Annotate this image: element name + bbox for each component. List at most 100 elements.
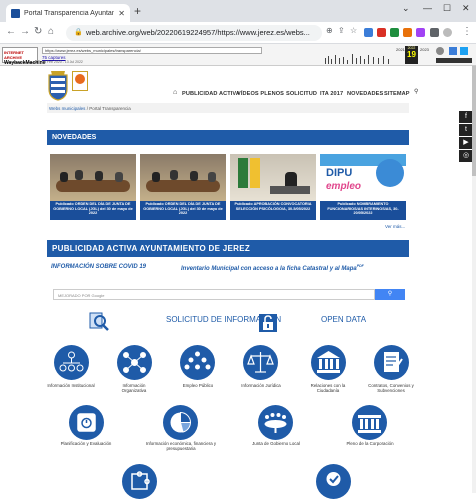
category-label[interactable]: Información Organizativa — [110, 383, 158, 393]
reload-icon[interactable]: ↻ — [34, 26, 42, 37]
jerez-coat-of-arms-logo[interactable] — [47, 71, 69, 101]
category-label[interactable]: Pleno de la Corporación — [337, 441, 403, 446]
planning-evaluation-icon[interactable] — [69, 405, 104, 440]
pdf-badge: PDF — [356, 264, 364, 268]
wayback-prev-year[interactable]: 2021 — [396, 47, 405, 52]
minimize-icon[interactable]: — — [423, 3, 432, 13]
search-button[interactable]: ⚲ — [375, 289, 405, 300]
category-label[interactable]: Información económica, financiera y pres… — [143, 441, 219, 451]
page-scrollbar[interactable] — [472, 66, 476, 493]
category-label[interactable]: Junta de Gobierno Local — [243, 441, 309, 446]
lock-icon: 🔒 — [74, 29, 83, 36]
magnifier-icon[interactable] — [89, 311, 109, 331]
category-label[interactable]: Planificación y Evaluación — [53, 441, 119, 446]
home-nav-icon[interactable]: ⌂ — [173, 89, 177, 96]
news-card[interactable]: Publicado APROBACIÓN CONVOCATORIA SELECC… — [230, 154, 316, 220]
breadcrumb: Webs municipales / Portal Transparencia — [47, 103, 409, 113]
twitter-icon[interactable]: t — [459, 124, 473, 136]
padlock-icon[interactable] — [259, 314, 277, 332]
extension-icon[interactable] — [403, 28, 412, 37]
browser-tab-bar: Portal Transparencia Ayuntamien ✕ + ⌄ — … — [0, 0, 476, 22]
news-card[interactable]: Publicado ORDEN DEL DÍA DE JUNTA DE GOBI… — [50, 154, 136, 220]
legal-info-scales-icon[interactable] — [243, 345, 278, 380]
tab-search-chevron-icon[interactable]: ⌄ — [402, 3, 410, 14]
menu-kebab-icon[interactable]: ⋮ — [462, 26, 472, 37]
puzzle-icon[interactable] — [122, 464, 157, 499]
open-data-link[interactable]: OPEN DATA — [321, 315, 366, 324]
profile-avatar[interactable] — [443, 28, 452, 37]
share-icon[interactable]: ⇪ — [338, 26, 345, 35]
wayback-logo[interactable]: INTERNET ARCHIVE WaybackMachine — [2, 47, 46, 66]
facebook-share-icon[interactable] — [449, 47, 457, 55]
wayback-url-input[interactable]: https://www.jerez.es/webs_municipales/tr… — [42, 47, 262, 54]
news-caption: Publicado ORDEN DEL DÍA DE JUNTA DE GOBI… — [53, 202, 133, 215]
browser-tab[interactable]: Portal Transparencia Ayuntamien ✕ — [6, 4, 130, 22]
wayback-next-year[interactable]: 2023 — [420, 47, 429, 52]
nav-videos-plenos[interactable]: VÍDEOS PLENOS — [237, 91, 284, 97]
news-photo-dipu-empleo: DIPU empleo — [320, 154, 406, 201]
publicidad-activa-heading: PUBLICIDAD ACTIVA AYUNTAMIENTO DE JEREZ — [47, 240, 409, 257]
plenary-building-icon[interactable] — [352, 405, 387, 440]
wayback-sparkline[interactable] — [323, 51, 395, 64]
twitter-share-icon[interactable] — [460, 47, 468, 55]
category-label[interactable]: Información Institucional — [47, 383, 95, 388]
tab-title: Portal Transparencia Ayuntamien — [24, 9, 114, 17]
address-toolbar: ← → ↻ ⌂ 🔒 web.archive.org/web/2022061922… — [0, 22, 476, 44]
close-tab-icon[interactable]: ✕ — [118, 9, 125, 18]
wayback-calendar[interactable]: 2022 19 — [405, 46, 418, 64]
instagram-icon[interactable]: ◎ — [459, 150, 473, 162]
extension-icon[interactable] — [416, 28, 425, 37]
scrollbar-thumb[interactable] — [472, 66, 476, 176]
nav-solicitud[interactable]: SOLICITUD — [286, 91, 317, 97]
extension-icon[interactable] — [377, 28, 386, 37]
new-tab-icon[interactable]: + — [134, 4, 141, 18]
wayback-help-icon[interactable] — [436, 47, 444, 55]
news-card[interactable]: DIPU empleo Publicado NOMBRAMIENTO FUNCI… — [320, 154, 406, 220]
institutional-info-icon[interactable] — [54, 345, 89, 380]
contracts-document-icon[interactable] — [374, 345, 409, 380]
public-employment-icon[interactable] — [180, 345, 215, 380]
extension-icon[interactable] — [364, 28, 373, 37]
forward-icon[interactable]: → — [20, 26, 30, 37]
category-label[interactable]: Empleo Público — [182, 383, 214, 388]
category-label[interactable]: Información Jurídica — [235, 383, 287, 388]
nav-sitemap[interactable]: SITEMAP — [384, 91, 410, 97]
category-label[interactable]: Contratos, Convenios y Subvenciones — [362, 383, 420, 393]
news-caption: Publicado NOMBRAMIENTO FUNCIONARIOS/AS I… — [327, 202, 399, 215]
empleo-text: empleo — [326, 181, 362, 192]
nav-publicidad-activa[interactable]: PUBLICIDAD ACTIVA — [182, 91, 240, 97]
inventario-link[interactable]: Inventario Municipal con acceso a la fic… — [181, 264, 364, 272]
wayback-about-bar[interactable] — [436, 58, 472, 63]
breadcrumb-link[interactable]: Webs municipales — [49, 106, 85, 111]
search-input[interactable]: MEJORADO POR Google — [53, 289, 375, 300]
financial-pie-icon[interactable] — [163, 405, 198, 440]
facebook-icon[interactable]: f — [459, 111, 473, 123]
nav-ita-2017[interactable]: ITA 2017 — [320, 91, 343, 97]
bookmark-star-icon[interactable]: ☆ — [350, 26, 357, 35]
news-photo-meeting — [50, 154, 136, 201]
local-government-board-icon[interactable] — [258, 405, 293, 440]
news-card[interactable]: Publicado ORDEN DEL DÍA DE JUNTA DE GOBI… — [140, 154, 226, 220]
ver-mas-link[interactable]: Ver más... — [385, 224, 405, 229]
citizen-relations-building-icon[interactable] — [311, 345, 346, 380]
address-bar[interactable]: 🔒 web.archive.org/web/20220619224957/htt… — [66, 25, 322, 41]
wayback-capture-range: 19 Feb 2020 - 13 Jul 2022 — [42, 60, 83, 64]
back-icon[interactable]: ← — [6, 26, 16, 37]
novedades-heading: NOVEDADES — [47, 130, 409, 145]
category-label[interactable]: Relaciones con la Ciudadanía — [304, 383, 352, 393]
extensions-puzzle-icon[interactable] — [430, 28, 439, 37]
news-photo-meeting — [140, 154, 226, 201]
maximize-icon[interactable]: ☐ — [443, 3, 451, 14]
youtube-icon[interactable]: ▶ — [459, 137, 473, 149]
transparency-logo[interactable] — [72, 71, 88, 91]
organizational-info-icon[interactable] — [117, 345, 152, 380]
home-icon[interactable]: ⌂ — [48, 26, 54, 37]
checklist-icon[interactable] — [316, 464, 351, 499]
nav-search-icon[interactable]: ⚲ — [414, 88, 418, 95]
covid-info-link[interactable]: INFORMACIÓN SOBRE COVID 19 — [51, 264, 146, 270]
window-close-icon[interactable]: ✕ — [462, 3, 470, 14]
site-content: ⌂ PUBLICIDAD ACTIVA VÍDEOS PLENOS SOLICI… — [47, 66, 418, 499]
nav-novedades[interactable]: NOVEDADES — [347, 91, 383, 97]
extension-icon[interactable] — [390, 28, 399, 37]
zoom-icon[interactable]: ⊕ — [326, 26, 333, 35]
